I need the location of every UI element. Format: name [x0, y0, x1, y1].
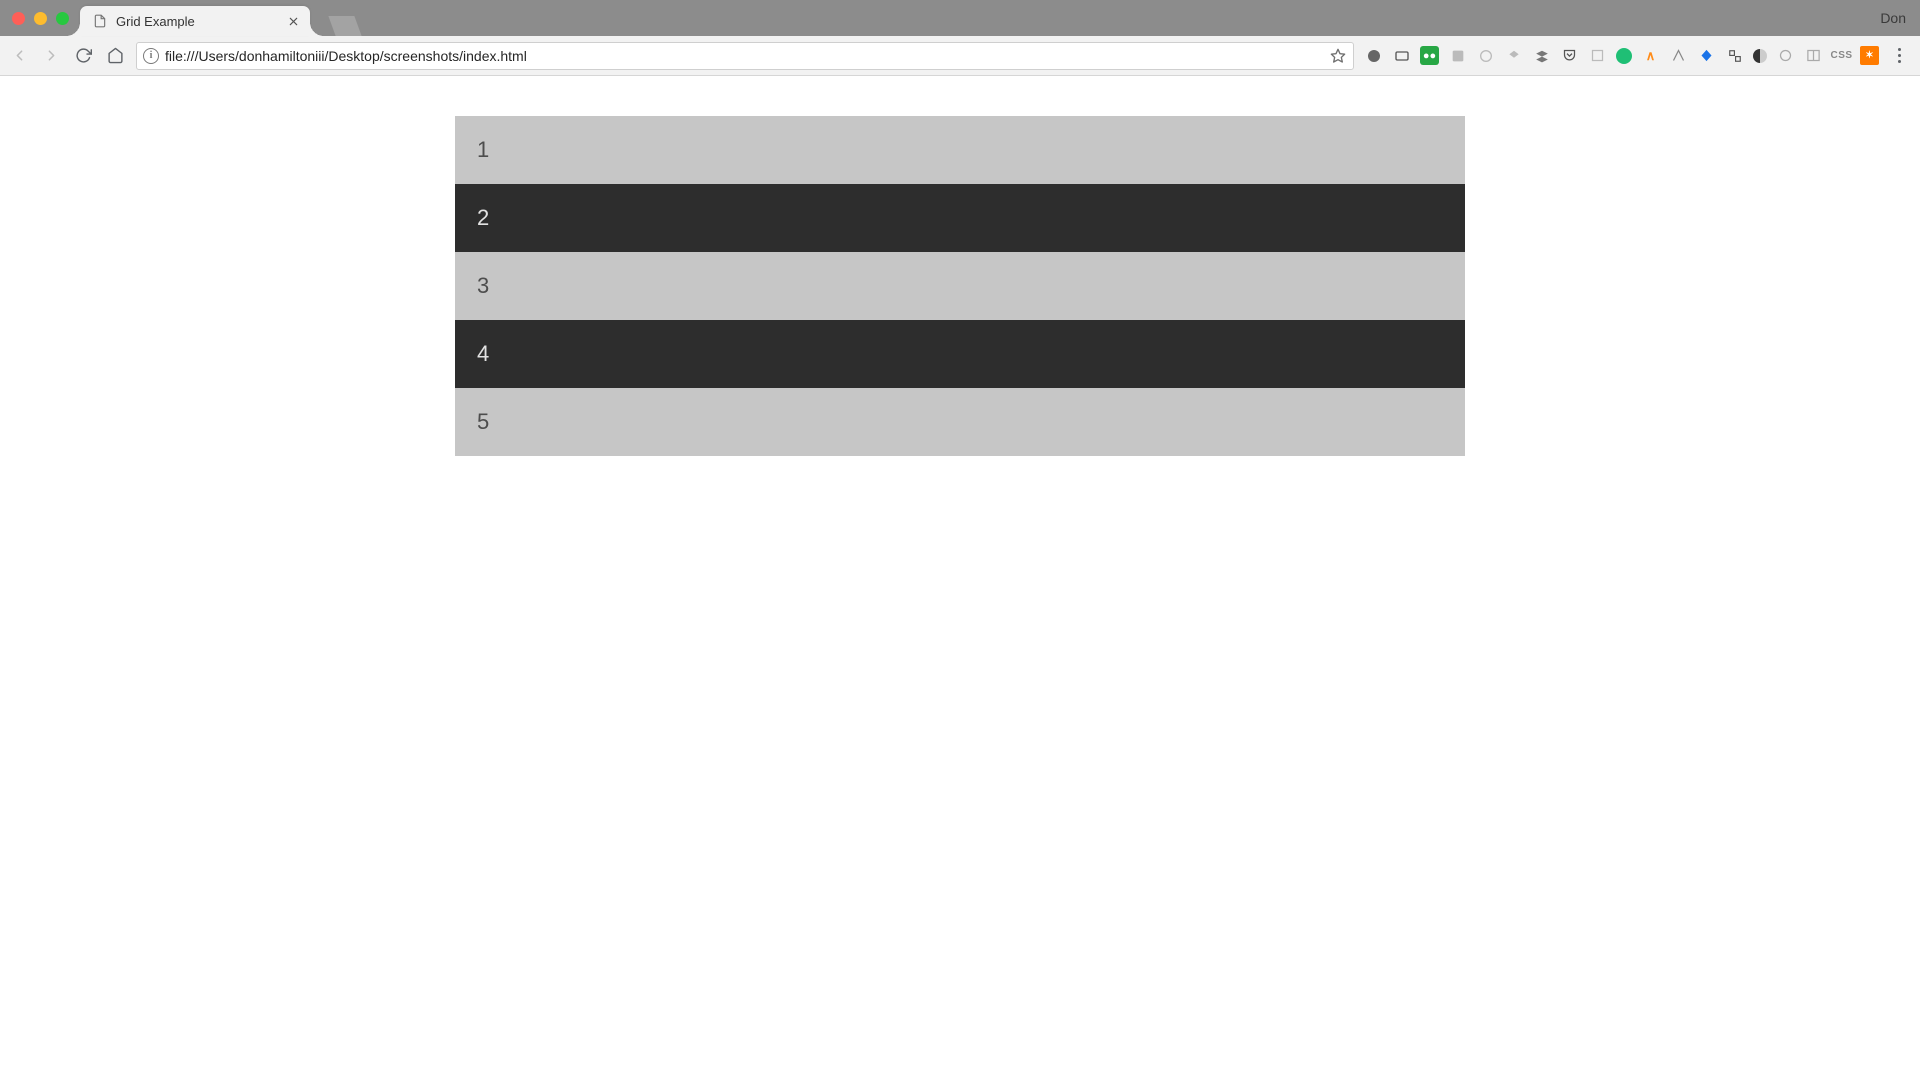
- extensions-row: ●● ∧ CSS ✶: [1364, 45, 1912, 67]
- profile-name[interactable]: Don: [1880, 10, 1906, 26]
- site-info-icon[interactable]: i: [143, 48, 159, 64]
- grid-cell-label: 4: [477, 341, 489, 367]
- tab-strip: Grid Example: [80, 6, 358, 36]
- grid-row: 1: [455, 116, 1465, 184]
- css-extension-icon[interactable]: CSS: [1832, 46, 1851, 65]
- window-minimize-button[interactable]: [34, 12, 47, 25]
- window-controls: [0, 0, 69, 36]
- address-bar[interactable]: i file:///Users/donhamiltoniii/Desktop/s…: [136, 42, 1354, 70]
- browser-tab[interactable]: Grid Example: [80, 6, 310, 36]
- url-text: file:///Users/donhamiltoniii/Desktop/scr…: [165, 48, 1323, 64]
- window-close-button[interactable]: [12, 12, 25, 25]
- browser-menu-button[interactable]: [1888, 45, 1910, 67]
- forward-button[interactable]: [40, 45, 62, 67]
- new-tab-button[interactable]: [328, 16, 361, 36]
- extension-icon[interactable]: [1588, 46, 1607, 65]
- extension-icon[interactable]: [1616, 48, 1632, 64]
- home-button[interactable]: [104, 45, 126, 67]
- extension-icon[interactable]: [1725, 46, 1744, 65]
- window-titlebar: Grid Example Don: [0, 0, 1920, 36]
- grid-cell-label: 5: [477, 409, 489, 435]
- file-icon: [92, 13, 108, 29]
- grid-row: 3: [455, 252, 1465, 320]
- grid-row: 2: [455, 184, 1465, 252]
- grid-row: 4: [455, 320, 1465, 388]
- extension-icon[interactable]: [1804, 46, 1823, 65]
- grid-container: 1 2 3 4 5: [455, 116, 1465, 456]
- reload-button[interactable]: [72, 45, 94, 67]
- tab-title: Grid Example: [116, 14, 278, 29]
- extension-icon[interactable]: ✶: [1860, 46, 1879, 65]
- pocket-icon[interactable]: [1560, 46, 1579, 65]
- page-viewport: 1 2 3 4 5: [0, 76, 1920, 1080]
- grid-cell-label: 2: [477, 205, 489, 231]
- extension-icon[interactable]: [1532, 46, 1551, 65]
- extension-icon[interactable]: [1504, 46, 1523, 65]
- grid-row: 5: [455, 388, 1465, 456]
- extension-icon[interactable]: [1476, 46, 1495, 65]
- bookmark-star-icon[interactable]: [1329, 47, 1347, 65]
- extension-icon[interactable]: [1697, 46, 1716, 65]
- extension-icon[interactable]: [1448, 46, 1467, 65]
- extension-icon[interactable]: [1392, 46, 1411, 65]
- grid-cell-label: 1: [477, 137, 489, 163]
- extension-icon[interactable]: [1364, 46, 1383, 65]
- extension-icon[interactable]: ●●: [1420, 46, 1439, 65]
- tab-close-button[interactable]: [286, 14, 300, 28]
- back-button[interactable]: [8, 45, 30, 67]
- grid-cell-label: 3: [477, 273, 489, 299]
- extension-icon[interactable]: [1776, 46, 1795, 65]
- browser-toolbar: i file:///Users/donhamiltoniii/Desktop/s…: [0, 36, 1920, 76]
- extension-icon[interactable]: [1753, 49, 1767, 63]
- extension-icon[interactable]: [1669, 46, 1688, 65]
- extension-icon[interactable]: ∧: [1641, 46, 1660, 65]
